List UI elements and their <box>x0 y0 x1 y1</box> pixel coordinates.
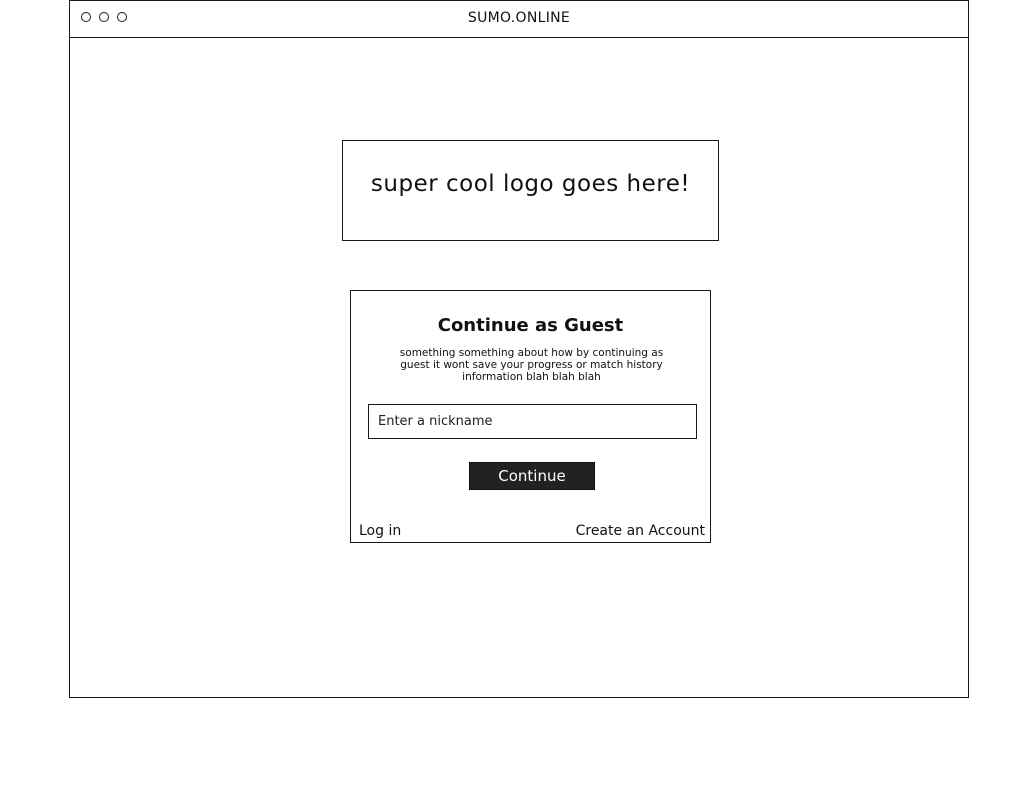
create-account-link[interactable]: Create an Account <box>576 523 705 539</box>
card-description: something something about how by continu… <box>399 347 664 383</box>
card-title: Continue as Guest <box>437 315 624 336</box>
guest-login-card: Continue as Guest something something ab… <box>350 290 711 543</box>
logo-placeholder: super cool logo goes here! <box>342 140 719 241</box>
title-bar: SUMO.ONLINE <box>70 1 968 38</box>
logo-text: super cool logo goes here! <box>370 170 691 197</box>
continue-button[interactable]: Continue <box>469 462 595 490</box>
nickname-input[interactable] <box>368 404 697 439</box>
window-title: SUMO.ONLINE <box>467 10 571 26</box>
login-link[interactable]: Log in <box>359 523 401 539</box>
